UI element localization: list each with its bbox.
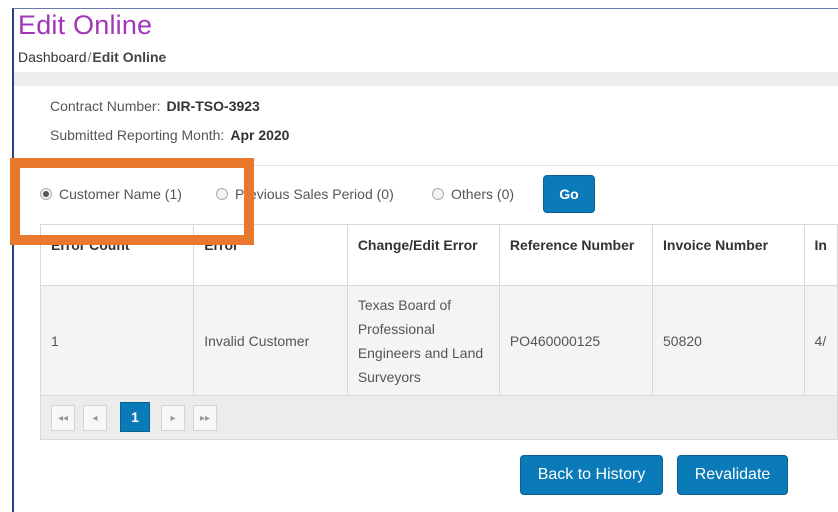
errors-table: Error Count Error Change/Edit Error Refe… xyxy=(39,224,838,396)
contract-number-value: DIR-TSO-3923 xyxy=(166,98,260,114)
breadcrumb-separator: / xyxy=(87,49,92,65)
table-cell: PO460000125 xyxy=(498,285,654,396)
highlight-box xyxy=(10,158,254,245)
table-cell: Texas Board of Professional Engineers an… xyxy=(346,285,500,396)
pager-last-button[interactable]: ▸▸ xyxy=(193,405,217,431)
table-cell: Invalid Customer xyxy=(193,285,348,396)
pager-page-button[interactable]: 1 xyxy=(120,402,150,432)
radio-unselected-icon xyxy=(432,188,444,200)
back-to-history-button[interactable]: Back to History xyxy=(520,455,663,495)
filter-others-label: Others (0) xyxy=(451,186,515,202)
breadcrumb: Dashboard/Edit Online xyxy=(18,49,166,65)
column-header[interactable]: Invoice Number xyxy=(652,224,805,286)
contract-number-label: Contract Number: xyxy=(50,98,161,114)
contract-info-panel: Contract Number: DIR-TSO-3923 Submitted R… xyxy=(14,86,838,166)
column-header[interactable]: In xyxy=(803,224,838,286)
table-cell: 4/ xyxy=(803,285,838,396)
pager-first-button[interactable]: ◂◂ xyxy=(51,405,75,431)
pager-prev-button[interactable]: ◂ xyxy=(83,405,107,431)
reporting-month-row: Submitted Reporting Month: Apr 2020 xyxy=(50,127,289,143)
revalidate-button[interactable]: Revalidate xyxy=(677,455,788,495)
breadcrumb-dashboard-link[interactable]: Dashboard xyxy=(18,49,87,65)
go-button[interactable]: Go xyxy=(543,175,595,213)
page-title: Edit Online xyxy=(18,10,153,40)
contract-number-row: Contract Number: DIR-TSO-3923 xyxy=(50,98,260,114)
column-header[interactable]: Reference Number xyxy=(498,224,654,286)
table-cell: 50820 xyxy=(652,285,805,396)
reporting-month-value: Apr 2020 xyxy=(230,127,290,143)
filter-previous-sales-label: Previous Sales Period (0) xyxy=(235,186,394,202)
table-pager: ◂◂ ◂ 1 ▸ ▸▸ xyxy=(40,396,838,440)
header-divider-band xyxy=(14,72,838,86)
table-cell: 1 xyxy=(39,285,195,396)
column-header[interactable]: Change/Edit Error xyxy=(346,224,500,286)
reporting-month-label: Submitted Reporting Month: xyxy=(50,127,225,143)
breadcrumb-current: Edit Online xyxy=(92,49,167,65)
table-row[interactable]: 1 Invalid Customer Texas Board of Profes… xyxy=(39,285,838,396)
filter-others-radio[interactable]: Others (0) xyxy=(432,186,514,202)
pager-next-button[interactable]: ▸ xyxy=(161,405,185,431)
